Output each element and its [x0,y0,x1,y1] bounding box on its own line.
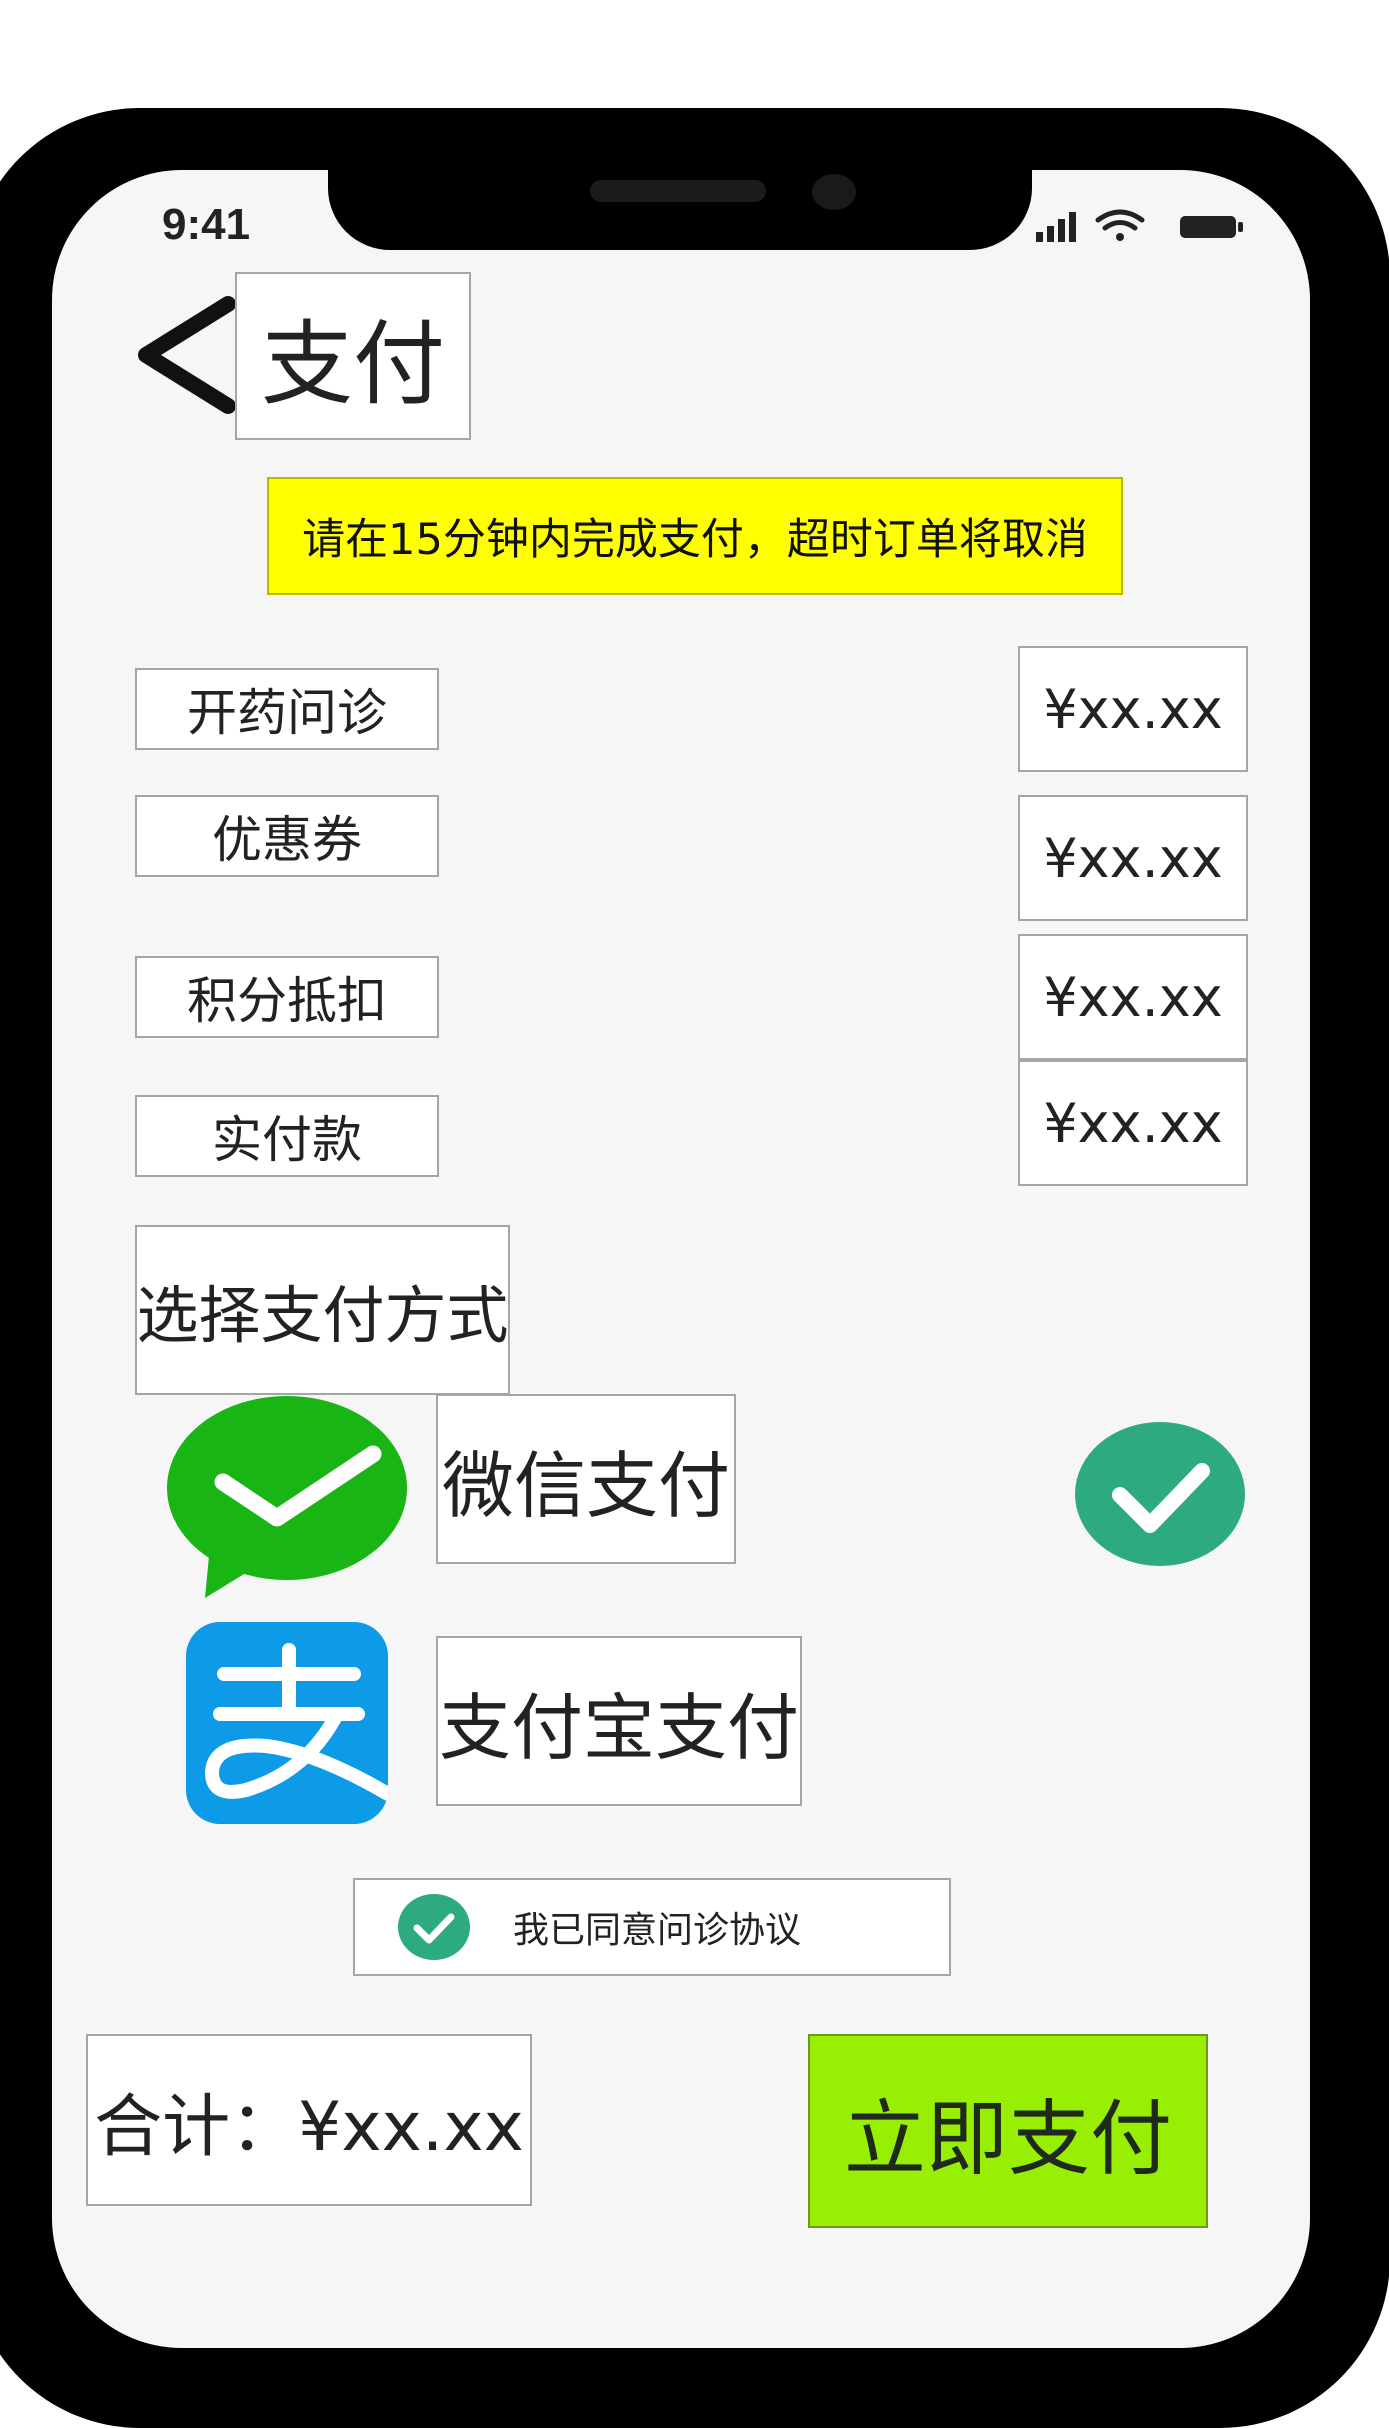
alipay-pay-label[interactable]: 支付宝支付 [436,1636,802,1806]
payment-timeout-notice: 请在15分钟内完成支付，超时订单将取消 [267,477,1123,595]
chevron-left-icon[interactable] [130,290,240,420]
wechat-icon[interactable] [165,1394,411,1598]
wechat-pay-label[interactable]: 微信支付 [436,1394,736,1564]
fee-label-actual: 实付款 [135,1095,439,1177]
front-camera [812,174,856,210]
agreement-text[interactable]: 我已同意问诊协议 [513,1901,801,1953]
status-icons [1036,209,1243,242]
fee-label-points[interactable]: 积分抵扣 [135,956,439,1038]
fee-amount-points: ¥xx.xx [1018,934,1248,1060]
speaker-grille [590,180,766,202]
fee-label-consultation: 开药问诊 [135,668,439,750]
wifi-icon [1095,209,1145,241]
battery-icon [1180,216,1243,238]
wechat-selected-check-icon[interactable] [1074,1421,1246,1567]
page-title: 支付 [235,272,471,440]
status-time: 9:41 [162,200,251,249]
total-amount: 合计：¥xx.xx [86,2034,532,2206]
fee-label-coupon[interactable]: 优惠券 [135,795,439,877]
payment-method-title: 选择支付方式 [135,1225,510,1395]
fee-amount-actual: ¥xx.xx [1018,1060,1248,1186]
agreement-check-icon[interactable] [397,1893,471,1961]
agreement-row[interactable]: 我已同意问诊协议 [353,1878,951,1976]
signal-icon [1036,212,1076,242]
fee-amount-coupon: ¥xx.xx [1018,795,1248,921]
alipay-icon[interactable] [186,1622,388,1824]
pay-now-button[interactable]: 立即支付 [808,2034,1208,2228]
fee-amount-consultation: ¥xx.xx [1018,646,1248,772]
